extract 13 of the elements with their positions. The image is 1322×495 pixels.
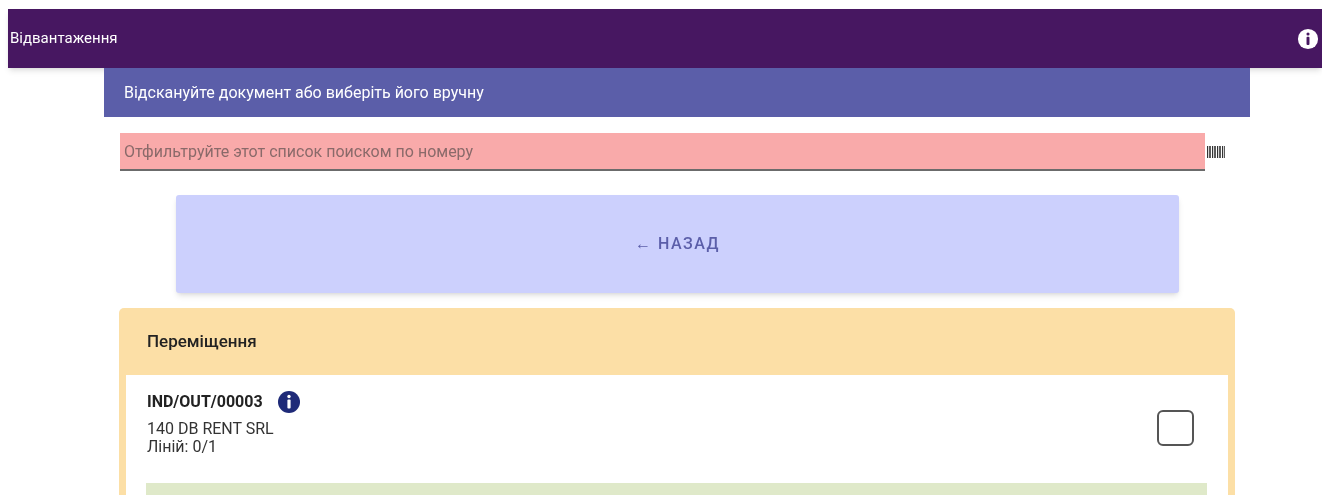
info-icon[interactable] <box>1297 27 1319 50</box>
document-item[interactable]: IND/OUT/00003 140 DB RENT SRL Ліній: 0/1 <box>126 375 1228 495</box>
document-number: IND/OUT/00003 <box>147 391 263 413</box>
lines-count: Ліній: 0/1 <box>147 438 218 456</box>
search-field[interactable]: Отфильтруйте этот список поиском по номеру <box>120 133 1205 171</box>
barcode-icon[interactable] <box>1207 146 1225 158</box>
group-title: Переміщення <box>146 329 258 353</box>
back-button[interactable]: ← НАЗАД <box>176 195 1179 293</box>
info-icon[interactable] <box>276 390 301 414</box>
app-title: Відвантаження <box>9 28 118 50</box>
checkbox[interactable] <box>1157 410 1194 446</box>
banner-text: Відскануйте документ або виберіть його вручну <box>124 81 484 104</box>
partner-name: 140 DB RENT SRL <box>147 420 275 438</box>
